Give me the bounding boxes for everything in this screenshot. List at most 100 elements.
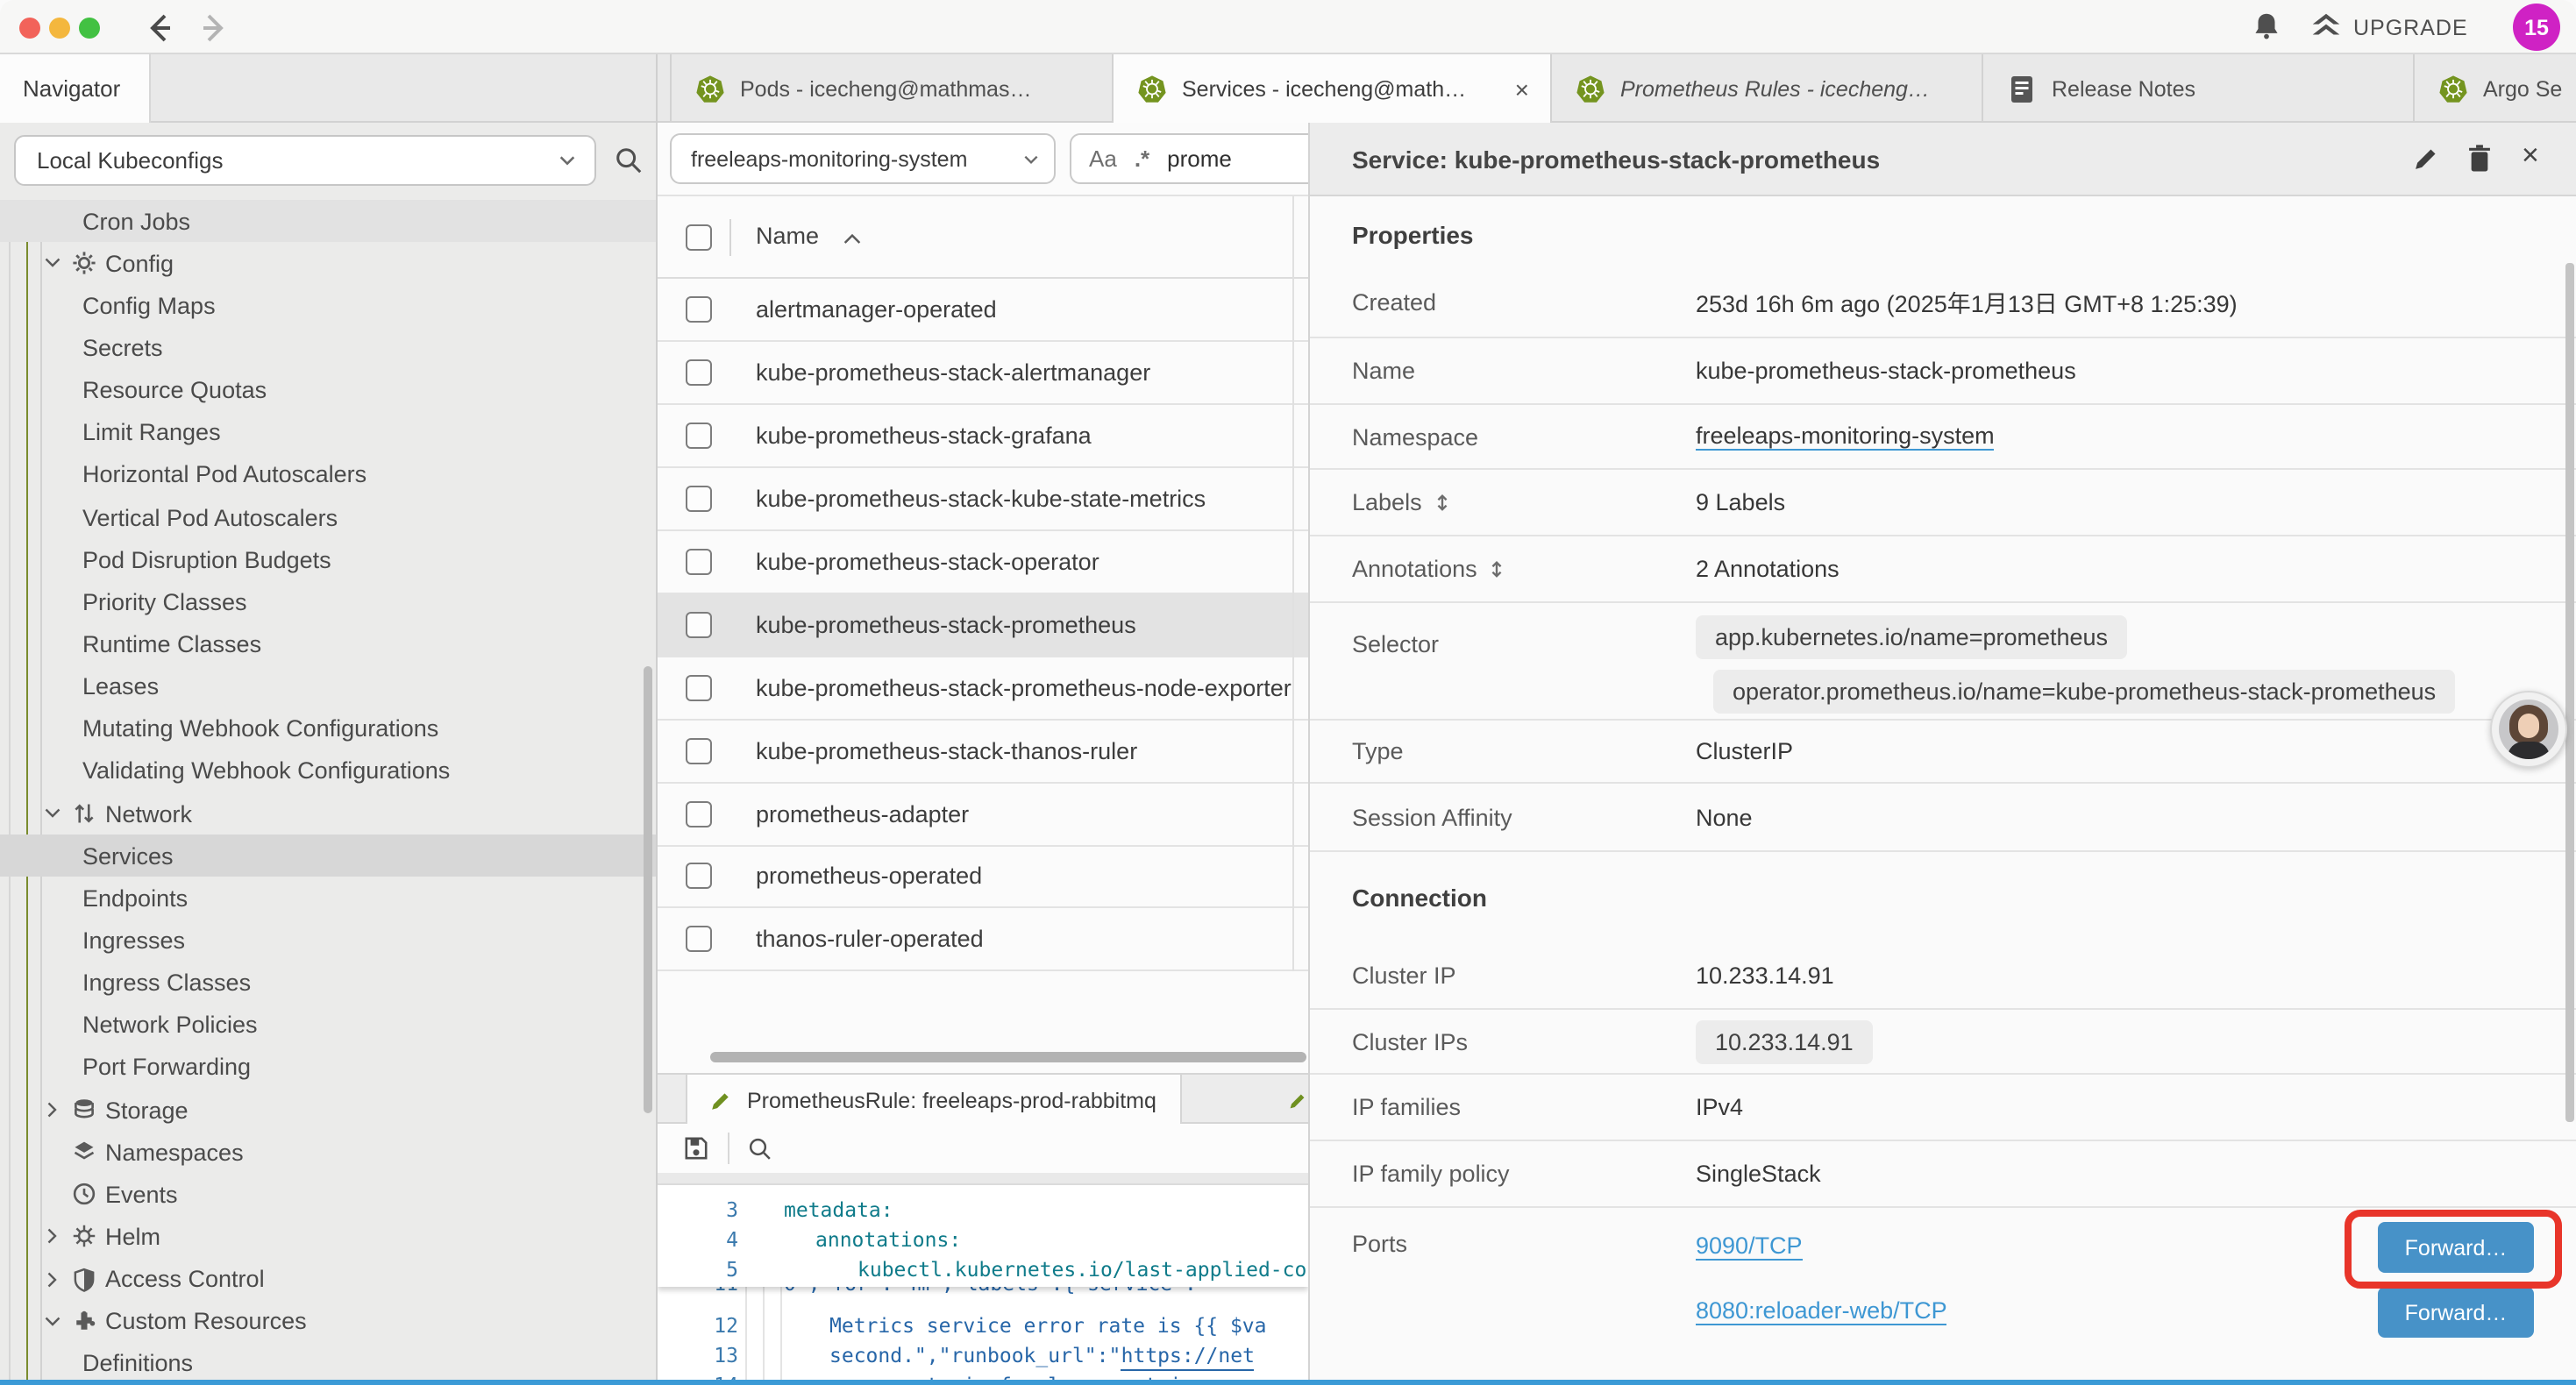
table-row[interactable]: prometheus-adapter	[658, 783, 1308, 846]
chevron-right-icon[interactable]	[42, 1099, 63, 1120]
yaml-editor[interactable]: 110","for":"4m","labels":{"service":"12M…	[658, 1185, 1308, 1380]
sidebar-scrollbar[interactable]	[644, 666, 652, 1113]
zoom-window-icon[interactable]	[79, 18, 100, 39]
kubeconfig-select[interactable]: Local Kubeconfigs	[14, 135, 596, 186]
row-checkbox[interactable]	[686, 675, 712, 701]
table-row[interactable]: thanos-ruler-operated	[658, 909, 1308, 972]
row-checkbox[interactable]	[686, 423, 712, 449]
sidebar-item-cron-jobs[interactable]: Cron Jobs	[0, 200, 656, 242]
forward-button[interactable]: Forward…	[2378, 1287, 2534, 1338]
save-icon[interactable]	[682, 1134, 710, 1162]
sidebar-item-services[interactable]: Services	[0, 835, 656, 877]
sidebar-item-network-policies[interactable]: Network Policies	[0, 1004, 656, 1046]
sidebar-item-pod-disruption-budgets[interactable]: Pod Disruption Budgets	[0, 538, 656, 580]
sidebar-item-ingresses[interactable]: Ingresses	[0, 920, 656, 962]
sidebar-item-port-forwarding[interactable]: Port Forwarding	[0, 1047, 656, 1089]
table-search-input[interactable]: Aa .* prome	[1070, 133, 1308, 184]
namespace-select[interactable]: freeleaps-monitoring-system	[670, 133, 1056, 184]
close-window-icon[interactable]	[19, 18, 40, 39]
table-row[interactable]: prometheus-operated	[658, 846, 1308, 909]
tab-argo[interactable]: Argo Se	[2415, 54, 2576, 123]
sidebar-item-runtime-classes[interactable]: Runtime Classes	[0, 623, 656, 665]
sidebar-item-namespaces[interactable]: Namespaces	[0, 1131, 656, 1173]
sidebar-item-limit-ranges[interactable]: Limit Ranges	[0, 411, 656, 453]
sidebar-search-icon[interactable]	[614, 146, 644, 175]
chevron-right-icon[interactable]	[42, 1226, 63, 1247]
select-all-checkbox[interactable]	[686, 224, 712, 251]
sidebar-item-access-control[interactable]: Access Control	[0, 1258, 656, 1300]
port-link[interactable]: 8080:reloader-web/TCP	[1696, 1297, 1947, 1325]
port-link[interactable]: 9090/TCP	[1696, 1232, 1803, 1261]
namespace-link[interactable]: freeleaps-monitoring-system	[1696, 423, 1995, 451]
runbook-url-link[interactable]: https://net	[1121, 1341, 1255, 1371]
chevron-down-icon[interactable]	[42, 803, 63, 824]
tab-prometheus[interactable]: Prometheus Rules - icecheng…	[1552, 54, 1983, 123]
match-case-icon[interactable]: Aa	[1089, 146, 1117, 172]
drawer-scrollbar[interactable]	[2565, 263, 2573, 1122]
tab-navigator[interactable]: Navigator	[0, 54, 151, 123]
tab-services[interactable]: Services - icecheng@math…×	[1114, 54, 1552, 124]
table-row[interactable]: alertmanager-operated	[658, 280, 1308, 343]
editor-tab-partial[interactable]	[1277, 1075, 1308, 1126]
sidebar-item-storage[interactable]: Storage	[0, 1089, 656, 1131]
table-row[interactable]: kube-prometheus-stack-operator	[658, 531, 1308, 594]
row-checkbox[interactable]	[686, 549, 712, 575]
close-tab-icon[interactable]: ×	[1508, 75, 1529, 103]
upgrade-button[interactable]: UPGRADE	[2311, 12, 2468, 42]
editor-tab-prometheusrule[interactable]: PrometheusRule: freeleaps-prod-rabbitmq	[686, 1075, 1183, 1126]
delete-trash-icon[interactable]	[2466, 144, 2494, 174]
sidebar-item-ingress-classes[interactable]: Ingress Classes	[0, 962, 656, 1004]
sidebar-item-vertical-pod-autoscalers[interactable]: Vertical Pod Autoscalers	[0, 496, 656, 538]
table-row[interactable]: kube-prometheus-stack-alertmanager	[658, 343, 1308, 406]
row-checkbox[interactable]	[686, 612, 712, 638]
sidebar-item-config[interactable]: Config	[0, 242, 656, 284]
sidebar-item-config-maps[interactable]: Config Maps	[0, 285, 656, 327]
sidebar-item-validating-webhook-configurations[interactable]: Validating Webhook Configurations	[0, 750, 656, 792]
back-icon[interactable]	[144, 12, 175, 44]
name-column-header[interactable]: Name	[756, 223, 819, 249]
sidebar-item-mutating-webhook-configurations[interactable]: Mutating Webhook Configurations	[0, 707, 656, 749]
sidebar-item-endpoints[interactable]: Endpoints	[0, 877, 656, 920]
table-row[interactable]: kube-prometheus-stack-prometheus-node-ex…	[658, 657, 1308, 721]
user-avatar[interactable]	[2490, 691, 2567, 768]
chevron-down-icon[interactable]	[42, 252, 63, 273]
sidebar-item-resource-quotas[interactable]: Resource Quotas	[0, 369, 656, 411]
tab-pods[interactable]: Pods - icecheng@mathmas…	[670, 54, 1114, 123]
sidebar-divider[interactable]	[656, 54, 658, 1380]
sidebar-item-secrets[interactable]: Secrets	[0, 327, 656, 369]
table-row[interactable]: kube-prometheus-stack-grafana	[658, 406, 1308, 469]
notification-count-badge[interactable]: 15	[2513, 4, 2560, 51]
row-checkbox[interactable]	[686, 486, 712, 512]
sidebar-item-custom-resources[interactable]: Custom Resources	[0, 1300, 656, 1342]
row-checkbox[interactable]	[686, 863, 712, 890]
tab-release[interactable]: Release Notes	[1983, 54, 2415, 123]
sidebar-item-leases[interactable]: Leases	[0, 665, 656, 707]
sidebar-item-helm[interactable]: Helm	[0, 1216, 656, 1258]
row-checkbox[interactable]	[686, 927, 712, 953]
sidebar-item-definitions[interactable]: Definitions	[0, 1343, 656, 1380]
table-row[interactable]: kube-prometheus-stack-thanos-ruler	[658, 720, 1308, 783]
regex-icon[interactable]: .*	[1135, 146, 1149, 172]
edit-pencil-icon[interactable]	[2411, 144, 2441, 174]
row-checkbox[interactable]	[686, 800, 712, 827]
sort-updown-icon[interactable]	[1433, 493, 1452, 512]
close-icon[interactable]: ×	[2522, 138, 2539, 174]
sidebar-item-network[interactable]: Network	[0, 792, 656, 835]
row-checkbox[interactable]	[686, 737, 712, 764]
notifications-bell-icon[interactable]	[2250, 11, 2283, 44]
chevron-down-icon[interactable]	[42, 1310, 63, 1332]
chevron-right-icon[interactable]	[42, 1268, 63, 1289]
minimize-window-icon[interactable]	[49, 18, 70, 39]
row-checkbox[interactable]	[686, 360, 712, 387]
table-horizontal-scrollbar[interactable]	[710, 1052, 1306, 1062]
sidebar-item-horizontal-pod-autoscalers[interactable]: Horizontal Pod Autoscalers	[0, 454, 656, 496]
table-row[interactable]: kube-prometheus-stack-prometheus	[658, 594, 1308, 657]
forward-icon[interactable]	[198, 12, 230, 44]
sort-ascending-icon[interactable]	[843, 231, 861, 245]
sidebar-item-events[interactable]: Events	[0, 1173, 656, 1215]
row-checkbox[interactable]	[686, 297, 712, 323]
table-row[interactable]: kube-prometheus-stack-kube-state-metrics	[658, 468, 1308, 531]
sidebar-item-priority-classes[interactable]: Priority Classes	[0, 581, 656, 623]
sort-updown-icon[interactable]	[1488, 559, 1507, 579]
editor-search-icon[interactable]	[747, 1135, 773, 1161]
